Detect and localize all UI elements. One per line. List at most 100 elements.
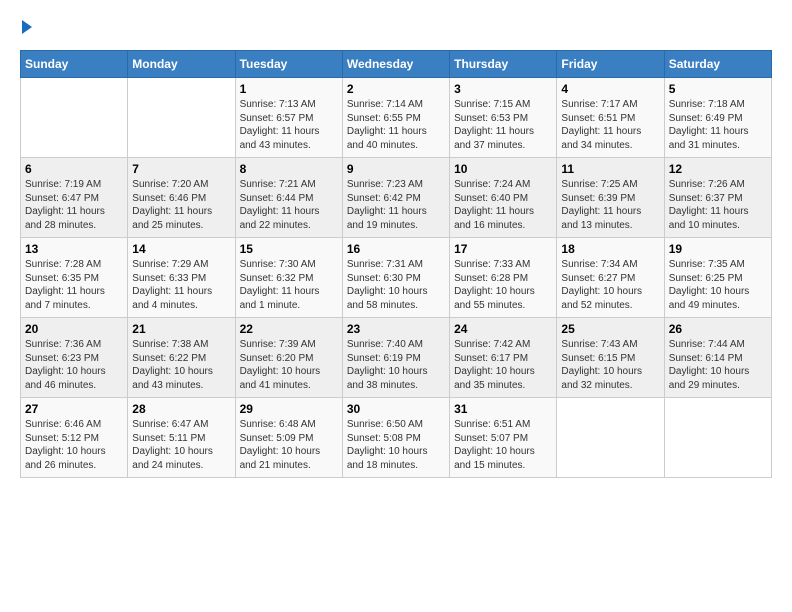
cell-info: Sunrise: 7:14 AMSunset: 6:55 PMDaylight:… xyxy=(347,98,445,152)
cell-info: Sunrise: 6:50 AMSunset: 5:08 PMDaylight:… xyxy=(347,418,445,472)
calendar-cell: 3 Sunrise: 7:15 AMSunset: 6:53 PMDaylight… xyxy=(450,78,557,158)
calendar-cell: 16 Sunrise: 7:31 AMSunset: 6:30 PMDayligh… xyxy=(342,238,449,318)
calendar-table: SundayMondayTuesdayWednesdayThursdayFrid… xyxy=(20,50,772,478)
cell-info: Sunrise: 7:31 AMSunset: 6:30 PMDaylight:… xyxy=(347,258,445,312)
calendar-cell: 1Sunrise: 7:13 AMSunset: 6:57 PMDaylight… xyxy=(235,78,342,158)
cell-info: Sunrise: 7:21 AMSunset: 6:44 PMDaylight:… xyxy=(240,178,338,232)
cell-info: Sunrise: 7:17 AMSunset: 6:51 PMDaylight:… xyxy=(561,98,659,152)
cell-info: Sunrise: 7:35 AMSunset: 6:25 PMDaylight:… xyxy=(669,258,767,312)
cell-info: Sunrise: 7:36 AMSunset: 6:23 PMDaylight:… xyxy=(25,338,123,392)
calendar-cell: 23 Sunrise: 7:40 AMSunset: 6:19 PMDayligh… xyxy=(342,318,449,398)
cell-info: Sunrise: 7:15 AMSunset: 6:53 PMDaylight:… xyxy=(454,98,552,152)
calendar-cell: 14Sunrise: 7:29 AMSunset: 6:33 PMDayligh… xyxy=(128,238,235,318)
calendar-cell: 11Sunrise: 7:25 AMSunset: 6:39 PMDayligh… xyxy=(557,158,664,238)
cell-info: Sunrise: 7:39 AMSunset: 6:20 PMDaylight:… xyxy=(240,338,338,392)
cell-info: Sunrise: 6:48 AMSunset: 5:09 PMDaylight:… xyxy=(240,418,338,472)
cell-info: Sunrise: 7:19 AMSunset: 6:47 PMDaylight:… xyxy=(25,178,123,232)
calendar-cell: 27 Sunrise: 6:46 AMSunset: 5:12 PMDayligh… xyxy=(21,398,128,478)
calendar-cell: 25 Sunrise: 7:43 AMSunset: 6:15 PMDayligh… xyxy=(557,318,664,398)
calendar-cell: 2 Sunrise: 7:14 AMSunset: 6:55 PMDaylight… xyxy=(342,78,449,158)
calendar-cell: 31 Sunrise: 6:51 AMSunset: 5:07 PMDayligh… xyxy=(450,398,557,478)
day-number: 2 xyxy=(347,82,445,96)
column-header-tuesday: Tuesday xyxy=(235,51,342,78)
calendar-week-row: 20 Sunrise: 7:36 AMSunset: 6:23 PMDayligh… xyxy=(21,318,772,398)
day-number: 15 xyxy=(240,242,338,256)
calendar-cell: 13 Sunrise: 7:28 AMSunset: 6:35 PMDayligh… xyxy=(21,238,128,318)
calendar-cell: 5 Sunrise: 7:18 AMSunset: 6:49 PMDaylight… xyxy=(664,78,771,158)
cell-info: Sunrise: 7:33 AMSunset: 6:28 PMDaylight:… xyxy=(454,258,552,312)
cell-info: Sunrise: 6:51 AMSunset: 5:07 PMDaylight:… xyxy=(454,418,552,472)
calendar-cell: 20 Sunrise: 7:36 AMSunset: 6:23 PMDayligh… xyxy=(21,318,128,398)
cell-info: Sunrise: 6:46 AMSunset: 5:12 PMDaylight:… xyxy=(25,418,123,472)
cell-info: Sunrise: 7:24 AMSunset: 6:40 PMDaylight:… xyxy=(454,178,552,232)
day-number: 13 xyxy=(25,242,123,256)
column-header-saturday: Saturday xyxy=(664,51,771,78)
cell-info: Sunrise: 7:26 AMSunset: 6:37 PMDaylight:… xyxy=(669,178,767,232)
calendar-cell: 22 Sunrise: 7:39 AMSunset: 6:20 PMDayligh… xyxy=(235,318,342,398)
calendar-cell xyxy=(21,78,128,158)
calendar-week-row: 13 Sunrise: 7:28 AMSunset: 6:35 PMDayligh… xyxy=(21,238,772,318)
calendar-cell: 29Sunrise: 6:48 AMSunset: 5:09 PMDayligh… xyxy=(235,398,342,478)
cell-info: Sunrise: 7:23 AMSunset: 6:42 PMDaylight:… xyxy=(347,178,445,232)
calendar-cell: 21Sunrise: 7:38 AMSunset: 6:22 PMDayligh… xyxy=(128,318,235,398)
page-header xyxy=(20,20,772,34)
calendar-cell: 19Sunrise: 7:35 AMSunset: 6:25 PMDayligh… xyxy=(664,238,771,318)
day-number: 21 xyxy=(132,322,230,336)
calendar-week-row: 27 Sunrise: 6:46 AMSunset: 5:12 PMDayligh… xyxy=(21,398,772,478)
calendar-cell: 30 Sunrise: 6:50 AMSunset: 5:08 PMDayligh… xyxy=(342,398,449,478)
day-number: 20 xyxy=(25,322,123,336)
day-number: 3 xyxy=(454,82,552,96)
day-number: 30 xyxy=(347,402,445,416)
day-number: 28 xyxy=(132,402,230,416)
cell-info: Sunrise: 7:30 AMSunset: 6:32 PMDaylight:… xyxy=(240,258,338,312)
cell-info: Sunrise: 7:20 AMSunset: 6:46 PMDaylight:… xyxy=(132,178,230,232)
column-header-thursday: Thursday xyxy=(450,51,557,78)
cell-info: Sunrise: 7:44 AMSunset: 6:14 PMDaylight:… xyxy=(669,338,767,392)
cell-info: Sunrise: 7:29 AMSunset: 6:33 PMDaylight:… xyxy=(132,258,230,312)
day-number: 8 xyxy=(240,162,338,176)
calendar-cell: 17 Sunrise: 7:33 AMSunset: 6:28 PMDayligh… xyxy=(450,238,557,318)
calendar-week-row: 6 Sunrise: 7:19 AMSunset: 6:47 PMDaylight… xyxy=(21,158,772,238)
day-number: 7 xyxy=(132,162,230,176)
logo xyxy=(20,20,32,34)
calendar-cell: 24Sunrise: 7:42 AMSunset: 6:17 PMDayligh… xyxy=(450,318,557,398)
day-number: 26 xyxy=(669,322,767,336)
column-header-wednesday: Wednesday xyxy=(342,51,449,78)
day-number: 17 xyxy=(454,242,552,256)
calendar-cell: 4 Sunrise: 7:17 AMSunset: 6:51 PMDaylight… xyxy=(557,78,664,158)
day-number: 25 xyxy=(561,322,659,336)
day-number: 6 xyxy=(25,162,123,176)
day-number: 4 xyxy=(561,82,659,96)
column-header-friday: Friday xyxy=(557,51,664,78)
day-number: 27 xyxy=(25,402,123,416)
cell-info: Sunrise: 7:13 AMSunset: 6:57 PMDaylight:… xyxy=(240,98,338,152)
calendar-cell: 26 Sunrise: 7:44 AMSunset: 6:14 PMDayligh… xyxy=(664,318,771,398)
calendar-cell xyxy=(664,398,771,478)
logo-arrow-icon xyxy=(22,20,32,34)
day-number: 23 xyxy=(347,322,445,336)
calendar-week-row: 1Sunrise: 7:13 AMSunset: 6:57 PMDaylight… xyxy=(21,78,772,158)
day-number: 16 xyxy=(347,242,445,256)
calendar-cell: 28Sunrise: 6:47 AMSunset: 5:11 PMDayligh… xyxy=(128,398,235,478)
calendar-cell: 9 Sunrise: 7:23 AMSunset: 6:42 PMDaylight… xyxy=(342,158,449,238)
day-number: 5 xyxy=(669,82,767,96)
day-number: 22 xyxy=(240,322,338,336)
calendar-cell: 18 Sunrise: 7:34 AMSunset: 6:27 PMDayligh… xyxy=(557,238,664,318)
day-number: 18 xyxy=(561,242,659,256)
calendar-cell: 15 Sunrise: 7:30 AMSunset: 6:32 PMDayligh… xyxy=(235,238,342,318)
day-number: 12 xyxy=(669,162,767,176)
day-number: 9 xyxy=(347,162,445,176)
calendar-cell: 8 Sunrise: 7:21 AMSunset: 6:44 PMDaylight… xyxy=(235,158,342,238)
cell-info: Sunrise: 7:25 AMSunset: 6:39 PMDaylight:… xyxy=(561,178,659,232)
day-number: 31 xyxy=(454,402,552,416)
column-header-monday: Monday xyxy=(128,51,235,78)
cell-info: Sunrise: 7:34 AMSunset: 6:27 PMDaylight:… xyxy=(561,258,659,312)
calendar-cell: 12 Sunrise: 7:26 AMSunset: 6:37 PMDayligh… xyxy=(664,158,771,238)
cell-info: Sunrise: 7:40 AMSunset: 6:19 PMDaylight:… xyxy=(347,338,445,392)
cell-info: Sunrise: 7:43 AMSunset: 6:15 PMDaylight:… xyxy=(561,338,659,392)
calendar-cell: 6 Sunrise: 7:19 AMSunset: 6:47 PMDaylight… xyxy=(21,158,128,238)
day-number: 24 xyxy=(454,322,552,336)
cell-info: Sunrise: 7:18 AMSunset: 6:49 PMDaylight:… xyxy=(669,98,767,152)
calendar-cell xyxy=(128,78,235,158)
cell-info: Sunrise: 7:28 AMSunset: 6:35 PMDaylight:… xyxy=(25,258,123,312)
